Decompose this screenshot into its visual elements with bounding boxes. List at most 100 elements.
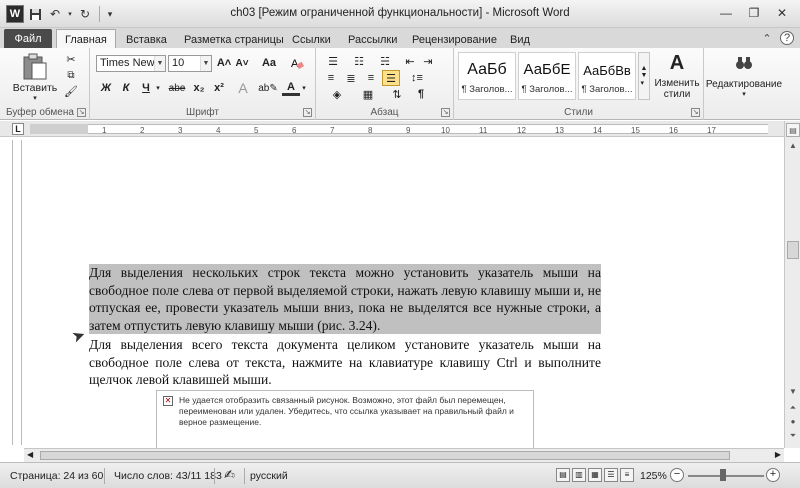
style-heading-3[interactable]: АаБбВв ¶ Заголов... [578,52,636,100]
status-separator [214,468,215,484]
font-color-button[interactable]: A [282,80,300,96]
show-marks-icon[interactable]: ¶ [412,86,430,102]
help-icon[interactable]: ? [780,31,794,45]
scroll-left-icon[interactable]: ◀ [27,450,33,459]
ruler-margin [30,124,88,134]
minimize-icon[interactable]: — [714,4,738,22]
editing-button[interactable]: Редактирование [704,78,784,90]
grow-font-button[interactable]: A˄ [216,55,232,71]
previous-page-icon[interactable]: ⏶ [786,401,800,415]
copy-icon[interactable]: ⧉ [64,68,78,82]
print-layout-icon[interactable]: ▤ [556,468,570,482]
zoom-out-icon[interactable]: − [670,468,684,482]
decrease-indent-icon[interactable]: ⇤ [402,53,418,69]
paste-dropdown-icon[interactable]: ▾ [30,94,40,102]
change-styles-icon[interactable]: A [654,52,700,74]
selected-paragraph[interactable]: Для выделения нескольких строк текста мо… [89,264,601,334]
ruler-number: 8 [368,126,373,135]
justify-icon[interactable]: ☰ [382,70,400,86]
align-left-icon[interactable]: ≡ [322,70,340,86]
underline-button[interactable]: Ч [138,80,154,96]
ruler-number: 3 [178,126,183,135]
tab-file[interactable]: Файл [4,29,52,48]
zoom-slider[interactable] [688,475,764,477]
zoom-in-icon[interactable]: + [766,468,780,482]
browse-object-icon[interactable]: ● [786,415,800,429]
paragraph[interactable]: Для выделения всего текста документа цел… [89,336,601,389]
zoom-level[interactable]: 125% [640,470,667,482]
tab-view[interactable]: Вид [502,31,538,48]
change-styles-button[interactable]: Изменить стили [652,76,702,102]
tab-mailings[interactable]: Рассылки [340,31,405,48]
tab-insert[interactable]: Вставка [118,31,175,48]
tab-home[interactable]: Главная [56,29,116,49]
borders-icon[interactable]: ▦ [356,86,380,102]
numbering-icon[interactable]: ☷ [348,53,370,69]
vertical-ruler[interactable] [12,140,22,445]
tab-page-layout[interactable]: Разметка страницы [176,31,292,48]
subscript-button[interactable]: x₂ [190,80,208,96]
vertical-scrollbar[interactable]: ▤ ▲ ▼ ⏶ ● ⏷ [784,121,800,448]
sort-icon[interactable]: ⇅ [388,86,406,102]
font-family-select[interactable]: Times New Rc ▼ [96,55,166,72]
shrink-font-button[interactable]: A˅ [234,55,250,71]
minimize-ribbon-icon[interactable]: ⌃ [760,31,774,45]
broken-image-placeholder[interactable]: ✕ Не удается отобразить связанный рисуно… [156,390,534,450]
scroll-down-icon[interactable]: ▼ [786,385,800,399]
close-icon[interactable]: ✕ [770,4,794,22]
font-color-dropdown-icon[interactable]: ▾ [300,80,308,96]
italic-button[interactable]: К [118,80,134,96]
align-center-icon[interactable]: ≣ [342,70,360,86]
language-indicator[interactable]: русский [250,470,288,482]
cut-icon[interactable]: ✂ [64,52,78,66]
outline-icon[interactable]: ☰ [604,468,618,482]
scroll-right-icon[interactable]: ▶ [775,450,781,459]
font-size-select[interactable]: 10 ▼ [168,55,212,72]
binoculars-icon[interactable] [732,52,756,74]
superscript-button[interactable]: x² [210,80,228,96]
line-spacing-icon[interactable]: ↕≡ [406,70,428,86]
change-case-button[interactable]: Aa [258,55,280,71]
style-heading-1[interactable]: АаБб ¶ Заголов... [458,52,516,100]
zoom-slider-thumb[interactable] [720,469,726,481]
format-painter-icon[interactable]: 🖌 [64,84,78,98]
ruler-number: 15 [631,126,640,135]
word-count[interactable]: Число слов: 43/11 183 [114,470,222,482]
underline-dropdown-icon[interactable]: ▾ [154,80,162,96]
font-launcher-icon[interactable]: ↘ [303,108,312,117]
tab-selector[interactable]: L [12,123,24,135]
increase-indent-icon[interactable]: ⇥ [420,53,436,69]
horizontal-scrollbar[interactable]: ◀ ▶ [24,448,784,462]
text-effects-icon[interactable]: A [234,80,252,96]
shading-icon[interactable]: ◈ [326,86,348,102]
bold-button[interactable]: Ж [98,80,114,96]
full-screen-reading-icon[interactable]: ▥ [572,468,586,482]
styles-launcher-icon[interactable]: ↘ [691,108,700,117]
horizontal-ruler[interactable]: L 1 2 3 4 5 6 7 8 9 10 11 12 13 14 15 16… [0,121,800,137]
horizontal-scroll-thumb[interactable] [40,451,730,460]
style-heading-2[interactable]: АаБбЕ ¶ Заголов... [518,52,576,100]
scroll-up-icon[interactable]: ▲ [786,139,800,153]
web-layout-icon[interactable]: ▦ [588,468,602,482]
tab-references[interactable]: Ссылки [284,31,339,48]
scroll-thumb[interactable] [787,241,799,259]
draft-icon[interactable]: ≡ [620,468,634,482]
paste-icon[interactable] [18,52,52,82]
editing-dropdown-icon[interactable]: ▾ [739,90,749,98]
tab-review[interactable]: Рецензирование [404,31,505,48]
paste-button[interactable]: Вставить [10,82,60,94]
multilevel-list-icon[interactable]: ☵ [374,53,396,69]
styles-scroll[interactable]: ▲ ▼ ▾ [638,52,650,100]
paragraph-launcher-icon[interactable]: ↘ [441,108,450,117]
proofing-icon[interactable]: ✍ [224,467,235,483]
ruler-toggle-icon[interactable]: ▤ [786,123,800,137]
clear-formatting-icon[interactable]: A [288,55,306,71]
strikethrough-button[interactable]: abe [166,80,188,96]
next-page-icon[interactable]: ⏷ [786,429,800,443]
highlight-icon[interactable]: ab✎ [258,80,278,96]
align-right-icon[interactable]: ≡ [362,70,380,86]
page-count[interactable]: Страница: 24 из 60 [10,470,103,482]
restore-icon[interactable]: ❐ [742,4,766,22]
clipboard-launcher-icon[interactable]: ↘ [77,108,86,117]
bullets-icon[interactable]: ☰ [322,53,344,69]
